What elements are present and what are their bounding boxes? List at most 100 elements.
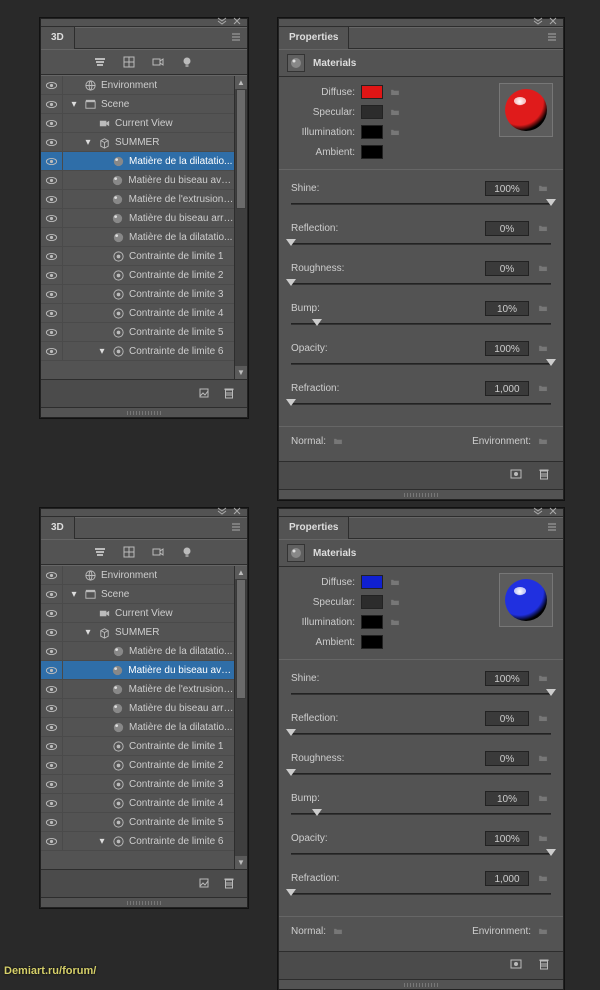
roughness-value[interactable]: 0% xyxy=(485,261,529,276)
tree-row[interactable]: Matière de la dilatatio... xyxy=(41,642,234,661)
visibility-eye-icon[interactable] xyxy=(41,285,63,304)
reflection-folder-icon[interactable] xyxy=(537,222,551,234)
tree-row[interactable]: Matière du biseau ava... xyxy=(41,661,234,680)
visibility-eye-icon[interactable] xyxy=(41,775,63,794)
reflection-track[interactable] xyxy=(291,730,551,740)
visibility-eye-icon[interactable] xyxy=(41,566,63,585)
visibility-eye-icon[interactable] xyxy=(41,209,63,228)
bump-folder-icon[interactable] xyxy=(537,792,551,804)
roughness-folder-icon[interactable] xyxy=(537,262,551,274)
tree-row[interactable]: Contrainte de limite 2 xyxy=(41,266,234,285)
ambient-swatch[interactable] xyxy=(361,145,383,159)
collapse-icon[interactable] xyxy=(533,507,543,518)
visibility-eye-icon[interactable] xyxy=(41,680,63,699)
close-icon[interactable] xyxy=(549,17,557,28)
light-icon[interactable] xyxy=(180,545,195,560)
tree-row[interactable]: Contrainte de limite 1 xyxy=(41,737,234,756)
panel-menu-icon[interactable] xyxy=(547,522,557,535)
tree-row[interactable]: Contrainte de limite 4 xyxy=(41,304,234,323)
tree-row[interactable]: ▾ Contrainte de limite 6 xyxy=(41,832,234,851)
opacity-track[interactable] xyxy=(291,850,551,860)
tree-row[interactable]: Contrainte de limite 5 xyxy=(41,813,234,832)
tree-row[interactable]: Contrainte de limite 3 xyxy=(41,775,234,794)
visibility-eye-icon[interactable] xyxy=(41,832,63,851)
reflection-value[interactable]: 0% xyxy=(485,221,529,236)
tree-row[interactable]: Matière de la dilatatio... xyxy=(41,152,234,171)
trash-icon[interactable] xyxy=(222,386,237,401)
collapse-icon[interactable] xyxy=(533,17,543,28)
tree-row[interactable]: Matière de la dilatatio... xyxy=(41,228,234,247)
visibility-eye-icon[interactable] xyxy=(41,699,63,718)
tree-row[interactable]: Matière de la dilatatio... xyxy=(41,718,234,737)
refraction-track[interactable] xyxy=(291,890,551,900)
bump-track[interactable] xyxy=(291,810,551,820)
mesh-icon[interactable] xyxy=(122,55,137,70)
shine-folder-icon[interactable] xyxy=(537,672,551,684)
tree-row[interactable]: ▾ Contrainte de limite 6 xyxy=(41,342,234,361)
visibility-eye-icon[interactable] xyxy=(41,661,63,680)
visibility-eye-icon[interactable] xyxy=(41,623,63,642)
disclosure-icon[interactable]: ▾ xyxy=(83,627,93,638)
refraction-track[interactable] xyxy=(291,400,551,410)
illumination-folder-icon[interactable] xyxy=(389,616,403,628)
shine-folder-icon[interactable] xyxy=(537,182,551,194)
opacity-folder-icon[interactable] xyxy=(537,342,551,354)
camera-icon[interactable] xyxy=(151,55,166,70)
shine-handle[interactable] xyxy=(546,199,556,209)
trash-icon[interactable] xyxy=(222,876,237,891)
visibility-eye-icon[interactable] xyxy=(41,642,63,661)
bump-value[interactable]: 10% xyxy=(485,301,529,316)
refraction-value[interactable]: 1,000 xyxy=(485,871,529,886)
tree-row[interactable]: Environment xyxy=(41,76,234,95)
shine-track[interactable] xyxy=(291,690,551,700)
panel-tab-3d[interactable]: 3D xyxy=(41,517,75,539)
scroll-thumb[interactable] xyxy=(236,89,246,209)
bump-handle[interactable] xyxy=(312,809,322,819)
panel-resize-grip[interactable] xyxy=(41,407,247,417)
visibility-eye-icon[interactable] xyxy=(41,737,63,756)
tree-row[interactable]: ▾ SUMMER xyxy=(41,133,234,152)
tree-row[interactable]: Current View xyxy=(41,114,234,133)
tree-row[interactable]: Matière de l'extrusion ... xyxy=(41,190,234,209)
scrollbar-vertical[interactable]: ▲ ▼ xyxy=(234,76,247,379)
reflection-handle[interactable] xyxy=(286,729,296,739)
refraction-handle[interactable] xyxy=(286,399,296,409)
render-icon[interactable] xyxy=(197,386,212,401)
visibility-eye-icon[interactable] xyxy=(41,604,63,623)
refraction-folder-icon[interactable] xyxy=(537,872,551,884)
tree-row[interactable]: Current View xyxy=(41,604,234,623)
bump-folder-icon[interactable] xyxy=(537,302,551,314)
scroll-down-icon[interactable]: ▼ xyxy=(235,856,247,869)
tree-row[interactable]: ▾ SUMMER xyxy=(41,623,234,642)
visibility-eye-icon[interactable] xyxy=(41,323,63,342)
light-icon[interactable] xyxy=(180,55,195,70)
filter-icon[interactable] xyxy=(93,545,108,560)
roughness-value[interactable]: 0% xyxy=(485,751,529,766)
scroll-up-icon[interactable]: ▲ xyxy=(235,566,247,579)
refraction-value[interactable]: 1,000 xyxy=(485,381,529,396)
close-icon[interactable] xyxy=(233,17,241,28)
visibility-eye-icon[interactable] xyxy=(41,266,63,285)
material-preview[interactable] xyxy=(499,573,553,627)
refraction-handle[interactable] xyxy=(286,889,296,899)
shine-track[interactable] xyxy=(291,200,551,210)
visibility-eye-icon[interactable] xyxy=(41,76,63,95)
panel-tab-3d[interactable]: 3D xyxy=(41,27,75,49)
visibility-eye-icon[interactable] xyxy=(41,95,63,114)
camera-icon[interactable] xyxy=(151,545,166,560)
tree-row[interactable]: Contrainte de limite 1 xyxy=(41,247,234,266)
opacity-value[interactable]: 100% xyxy=(485,341,529,356)
illumination-swatch[interactable] xyxy=(361,615,383,629)
visibility-eye-icon[interactable] xyxy=(41,133,63,152)
close-icon[interactable] xyxy=(549,507,557,518)
render-icon[interactable] xyxy=(197,876,212,891)
tree-row[interactable]: Contrainte de limite 5 xyxy=(41,323,234,342)
diffuse-folder-icon[interactable] xyxy=(389,576,403,588)
specular-folder-icon[interactable] xyxy=(389,106,403,118)
visibility-eye-icon[interactable] xyxy=(41,756,63,775)
refraction-folder-icon[interactable] xyxy=(537,382,551,394)
trash-icon[interactable] xyxy=(537,957,551,974)
visibility-eye-icon[interactable] xyxy=(41,114,63,133)
tree-row[interactable]: Environment xyxy=(41,566,234,585)
shine-value[interactable]: 100% xyxy=(485,671,529,686)
